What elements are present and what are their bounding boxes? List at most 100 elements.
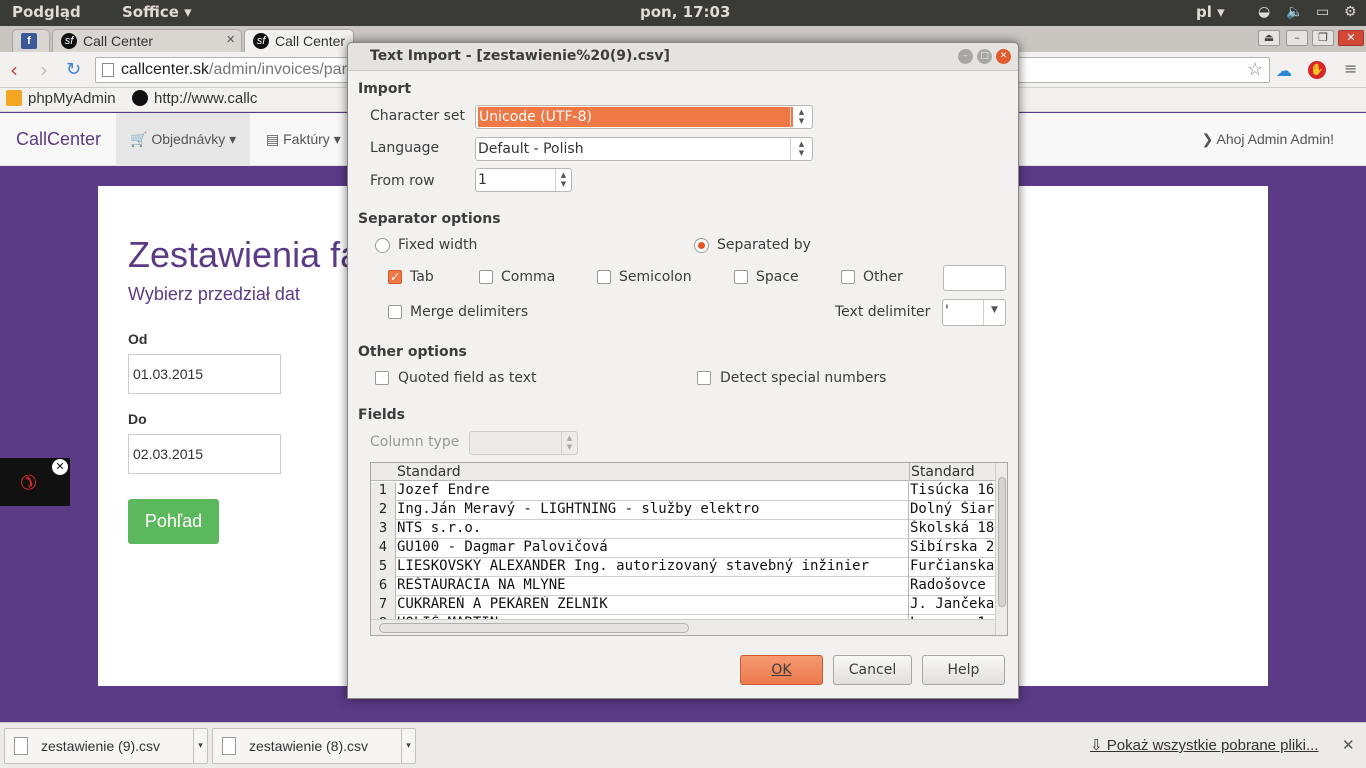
- bookmark-callcenter[interactable]: http://www.callc: [132, 90, 257, 107]
- site-brand[interactable]: CallCenter: [16, 129, 101, 150]
- back-arrow-icon[interactable]: ‹: [10, 58, 18, 82]
- separated-by-radio[interactable]: [694, 238, 709, 253]
- fixed-width-label: Fixed width: [398, 237, 478, 253]
- dropdown-arrow-icon[interactable]: ▼: [983, 300, 1005, 325]
- profile-icon[interactable]: ⏏: [1258, 30, 1280, 46]
- space-checkbox[interactable]: [734, 270, 748, 284]
- call-widget[interactable]: ✆ ✕: [0, 458, 70, 506]
- close-window-icon[interactable]: ✕: [1338, 30, 1364, 46]
- battery-icon[interactable]: ▭: [1316, 4, 1329, 20]
- view-report-button[interactable]: Pohľad: [128, 499, 219, 544]
- from-date-input[interactable]: 01.03.2015: [128, 354, 281, 394]
- cart-icon: 🛒: [130, 131, 148, 147]
- help-button[interactable]: Help: [922, 655, 1005, 685]
- other-label: Other: [863, 269, 903, 285]
- row-number: 3: [371, 520, 396, 539]
- grid-cell: Ing.Ján Meravý - LIGHTNING - služby elek…: [397, 501, 909, 520]
- symfony-icon: sf: [61, 33, 77, 49]
- file-icon: [222, 737, 236, 755]
- other-checkbox[interactable]: [841, 270, 855, 284]
- close-download-bar-icon[interactable]: ✕: [1342, 736, 1355, 754]
- volume-icon[interactable]: 🔈: [1286, 4, 1303, 20]
- file-icon: [14, 737, 28, 755]
- browser-menu-icon[interactable]: ≡: [1344, 59, 1357, 78]
- page-icon: [102, 63, 114, 77]
- browser-tab-call-center-active[interactable]: sf Call Center: [244, 29, 354, 52]
- column-header[interactable]: Standard: [911, 464, 975, 480]
- column-header[interactable]: Standard: [397, 464, 461, 480]
- semicolon-label: Semicolon: [619, 269, 692, 285]
- download-item[interactable]: zestawienie (8).csv ▾: [212, 728, 416, 764]
- other-separator-input[interactable]: [943, 265, 1006, 291]
- text-delimiter-select[interactable]: ' ▼: [942, 299, 1006, 326]
- scrollbar-thumb[interactable]: [379, 623, 689, 633]
- user-menu[interactable]: ❯ Ahoj Admin Admin!: [1202, 131, 1334, 148]
- horizontal-scrollbar[interactable]: [371, 619, 996, 635]
- grid-cell: Školská 18: [910, 520, 995, 536]
- table-row: 7 CUKRÁREŇ A PEKÁREŇ ZELNÍK J. Jančeka: [371, 596, 1001, 615]
- other-options-section-title: Other options: [358, 344, 467, 360]
- minimize-window-icon[interactable]: –: [1286, 30, 1308, 46]
- browser-tab-call-center-1[interactable]: sf Call Center ×: [52, 29, 242, 52]
- active-app-name[interactable]: Podgląd: [12, 3, 81, 21]
- reload-icon[interactable]: ↻: [66, 59, 81, 80]
- tab-label: Tab: [410, 269, 434, 285]
- close-icon[interactable]: ✕: [996, 49, 1011, 64]
- quoted-field-checkbox[interactable]: [375, 371, 389, 385]
- merge-delimiters-checkbox[interactable]: [388, 305, 402, 319]
- language-select[interactable]: Default - Polish ▲ ▼: [475, 137, 813, 161]
- charset-select[interactable]: Unicode (UTF-8) ▲ ▼: [475, 105, 813, 129]
- column-type-select[interactable]: ▲ ▼: [469, 431, 578, 455]
- spin-arrows-icon[interactable]: ▲ ▼: [790, 138, 812, 160]
- close-tab-icon[interactable]: ×: [226, 31, 235, 48]
- from-row-spinner[interactable]: 1 ▲ ▼: [475, 168, 572, 192]
- to-date-input[interactable]: 02.03.2015: [128, 434, 281, 474]
- download-options-icon[interactable]: ▾: [193, 729, 207, 763]
- dialog-titlebar[interactable]: Text Import - [zestawienie%20(9).csv] – …: [348, 43, 1018, 71]
- app-menu[interactable]: Soffice ▾: [122, 3, 192, 21]
- row-number: 5: [371, 558, 396, 577]
- adblock-extension-icon[interactable]: ✋: [1308, 61, 1326, 79]
- semicolon-checkbox[interactable]: [597, 270, 611, 284]
- fixed-width-radio[interactable]: [375, 238, 390, 253]
- close-widget-icon[interactable]: ✕: [52, 459, 68, 475]
- nav-faktury[interactable]: ▤ Faktúry ▾: [252, 113, 355, 166]
- browser-tab-facebook[interactable]: f: [12, 29, 50, 52]
- dialog-title: Text Import - [zestawienie%20(9).csv]: [370, 48, 670, 64]
- vertical-scrollbar[interactable]: [995, 463, 1007, 635]
- minimize-icon[interactable]: –: [958, 49, 973, 64]
- nav-objednavky[interactable]: 🛒 Objednávky ▾: [116, 113, 251, 166]
- spin-arrows-icon[interactable]: ▲ ▼: [555, 169, 571, 191]
- download-bar: zestawienie (9).csv ▾ zestawienie (8).cs…: [0, 722, 1366, 768]
- spin-arrows-icon[interactable]: ▲ ▼: [790, 106, 812, 128]
- symfony-icon: [132, 90, 148, 106]
- maximize-icon[interactable]: □: [977, 49, 992, 64]
- language-label: Language: [370, 140, 440, 156]
- tab-checkbox[interactable]: ✓: [388, 270, 402, 284]
- keyboard-layout-indicator[interactable]: pl ▾: [1196, 3, 1225, 21]
- detect-numbers-checkbox[interactable]: [697, 371, 711, 385]
- bookmark-phpmyadmin[interactable]: phpMyAdmin: [6, 90, 116, 107]
- bookmark-star-icon[interactable]: ☆: [1247, 59, 1263, 80]
- comma-checkbox[interactable]: [479, 270, 493, 284]
- grid-cell: REŠTAURÁCIA NA MLYNE: [397, 577, 909, 596]
- cancel-button[interactable]: Cancel: [833, 655, 912, 685]
- grid-cell: J. Jančeka: [910, 596, 995, 612]
- hangup-phone-icon[interactable]: ✆: [14, 468, 43, 497]
- maximize-window-icon[interactable]: ❐: [1312, 30, 1334, 46]
- row-number: 1: [371, 482, 396, 501]
- cloud-extension-icon[interactable]: ☁: [1276, 61, 1292, 80]
- download-options-icon[interactable]: ▾: [401, 729, 415, 763]
- ok-button[interactable]: OK: [740, 655, 823, 685]
- settings-gear-icon[interactable]: ⚙: [1344, 4, 1357, 20]
- clock[interactable]: pon, 17:03: [640, 3, 730, 21]
- forward-arrow-icon[interactable]: ›: [40, 58, 48, 82]
- wifi-icon[interactable]: ◒: [1258, 4, 1270, 20]
- scrollbar-thumb[interactable]: [998, 477, 1006, 607]
- system-top-panel: Podgląd Soffice ▾ pon, 17:03 pl ▾ ◒ 🔈 ▭ …: [0, 0, 1366, 26]
- grid-cell: GU100 - Dagmar Palovičová: [397, 539, 909, 558]
- comma-label: Comma: [501, 269, 556, 285]
- preview-grid[interactable]: Standard Standard 1 Jozef Endre Tisúcka …: [370, 462, 1008, 636]
- download-item[interactable]: zestawienie (9).csv ▾: [4, 728, 208, 764]
- show-all-downloads-link[interactable]: ⇩ Pokaż wszystkie pobrane pliki...: [1090, 736, 1319, 754]
